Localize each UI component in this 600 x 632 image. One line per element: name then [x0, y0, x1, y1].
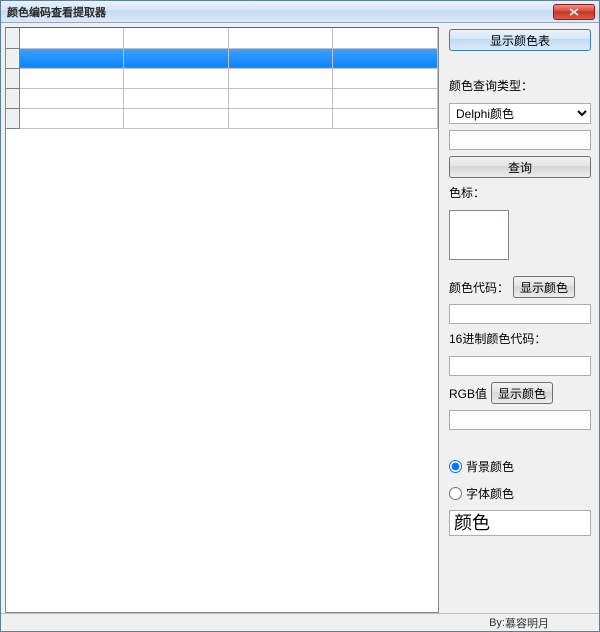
- query-value-input[interactable]: [449, 130, 591, 150]
- grid-cell[interactable]: [333, 28, 438, 48]
- table-row[interactable]: [6, 88, 438, 108]
- bg-color-radio[interactable]: [449, 460, 462, 473]
- author-prefix: By:: [489, 617, 505, 629]
- statusbar: By:慕容明月: [1, 613, 599, 631]
- hex-code-label: 16进制颜色代码：: [449, 330, 591, 347]
- color-code-input[interactable]: [449, 304, 591, 324]
- bg-color-radio-row[interactable]: 背景颜色: [449, 458, 591, 475]
- grid-cell[interactable]: [228, 88, 333, 108]
- grid-cell[interactable]: [19, 48, 124, 68]
- bg-color-radio-label: 背景颜色: [466, 458, 514, 475]
- grid-cell[interactable]: [333, 68, 438, 88]
- window-body: 显示颜色表 颜色查询类型： Delphi颜色 查询 色标： 颜色代码： 显示颜色…: [1, 23, 599, 613]
- author-name: 慕容明月: [505, 615, 549, 631]
- row-header-cell: [6, 108, 19, 128]
- preview-text-box: 颜色: [449, 510, 591, 536]
- close-icon: [569, 8, 579, 16]
- grid-cell[interactable]: [19, 68, 124, 88]
- grid-cell[interactable]: [228, 28, 333, 48]
- grid-cell[interactable]: [228, 68, 333, 88]
- hex-code-input[interactable]: [449, 356, 591, 376]
- table-row[interactable]: [6, 68, 438, 88]
- grid-cell[interactable]: [124, 68, 229, 88]
- color-swatch: [449, 210, 509, 260]
- table-row[interactable]: [6, 48, 438, 68]
- show-color-table-button[interactable]: 显示颜色表: [449, 29, 591, 51]
- close-button[interactable]: [553, 4, 595, 20]
- query-type-label: 颜色查询类型：: [449, 77, 591, 94]
- grid-cell[interactable]: [124, 88, 229, 108]
- color-code-label: 颜色代码：: [449, 279, 509, 296]
- show-color-button-2[interactable]: 显示颜色: [491, 382, 553, 404]
- window-title: 颜色编码查看提取器: [7, 4, 106, 20]
- grid-cell[interactable]: [333, 108, 438, 128]
- grid-cell[interactable]: [228, 48, 333, 68]
- query-button[interactable]: 查询: [449, 156, 591, 178]
- left-pane: [1, 23, 443, 613]
- table-row[interactable]: [6, 108, 438, 128]
- grid-cell[interactable]: [124, 108, 229, 128]
- grid-cell[interactable]: [228, 108, 333, 128]
- query-type-select[interactable]: Delphi颜色: [449, 103, 591, 124]
- font-color-radio-label: 字体颜色: [466, 485, 514, 502]
- grid-cell[interactable]: [124, 28, 229, 48]
- color-grid[interactable]: [5, 27, 439, 613]
- grid-cell[interactable]: [19, 108, 124, 128]
- grid-cell[interactable]: [19, 88, 124, 108]
- font-color-radio-row[interactable]: 字体颜色: [449, 485, 591, 502]
- app-window: 颜色编码查看提取器 显示颜色表 颜: [0, 0, 600, 632]
- grid-table: [6, 28, 438, 129]
- table-row[interactable]: [6, 28, 438, 48]
- rgb-input[interactable]: [449, 410, 591, 430]
- sidebar: 显示颜色表 颜色查询类型： Delphi颜色 查询 色标： 颜色代码： 显示颜色…: [443, 23, 599, 613]
- font-color-radio[interactable]: [449, 487, 462, 500]
- grid-cell[interactable]: [124, 48, 229, 68]
- grid-cell[interactable]: [333, 48, 438, 68]
- titlebar: 颜色编码查看提取器: [1, 1, 599, 23]
- row-header-cell: [6, 88, 19, 108]
- show-color-button-1[interactable]: 显示颜色: [513, 276, 575, 298]
- swatch-label: 色标：: [449, 184, 591, 201]
- rgb-label: RGB值: [449, 385, 487, 402]
- grid-cell[interactable]: [19, 28, 124, 48]
- row-header-cell: [6, 48, 19, 68]
- grid-cell[interactable]: [333, 88, 438, 108]
- row-header-cell: [6, 28, 19, 48]
- row-header-cell: [6, 68, 19, 88]
